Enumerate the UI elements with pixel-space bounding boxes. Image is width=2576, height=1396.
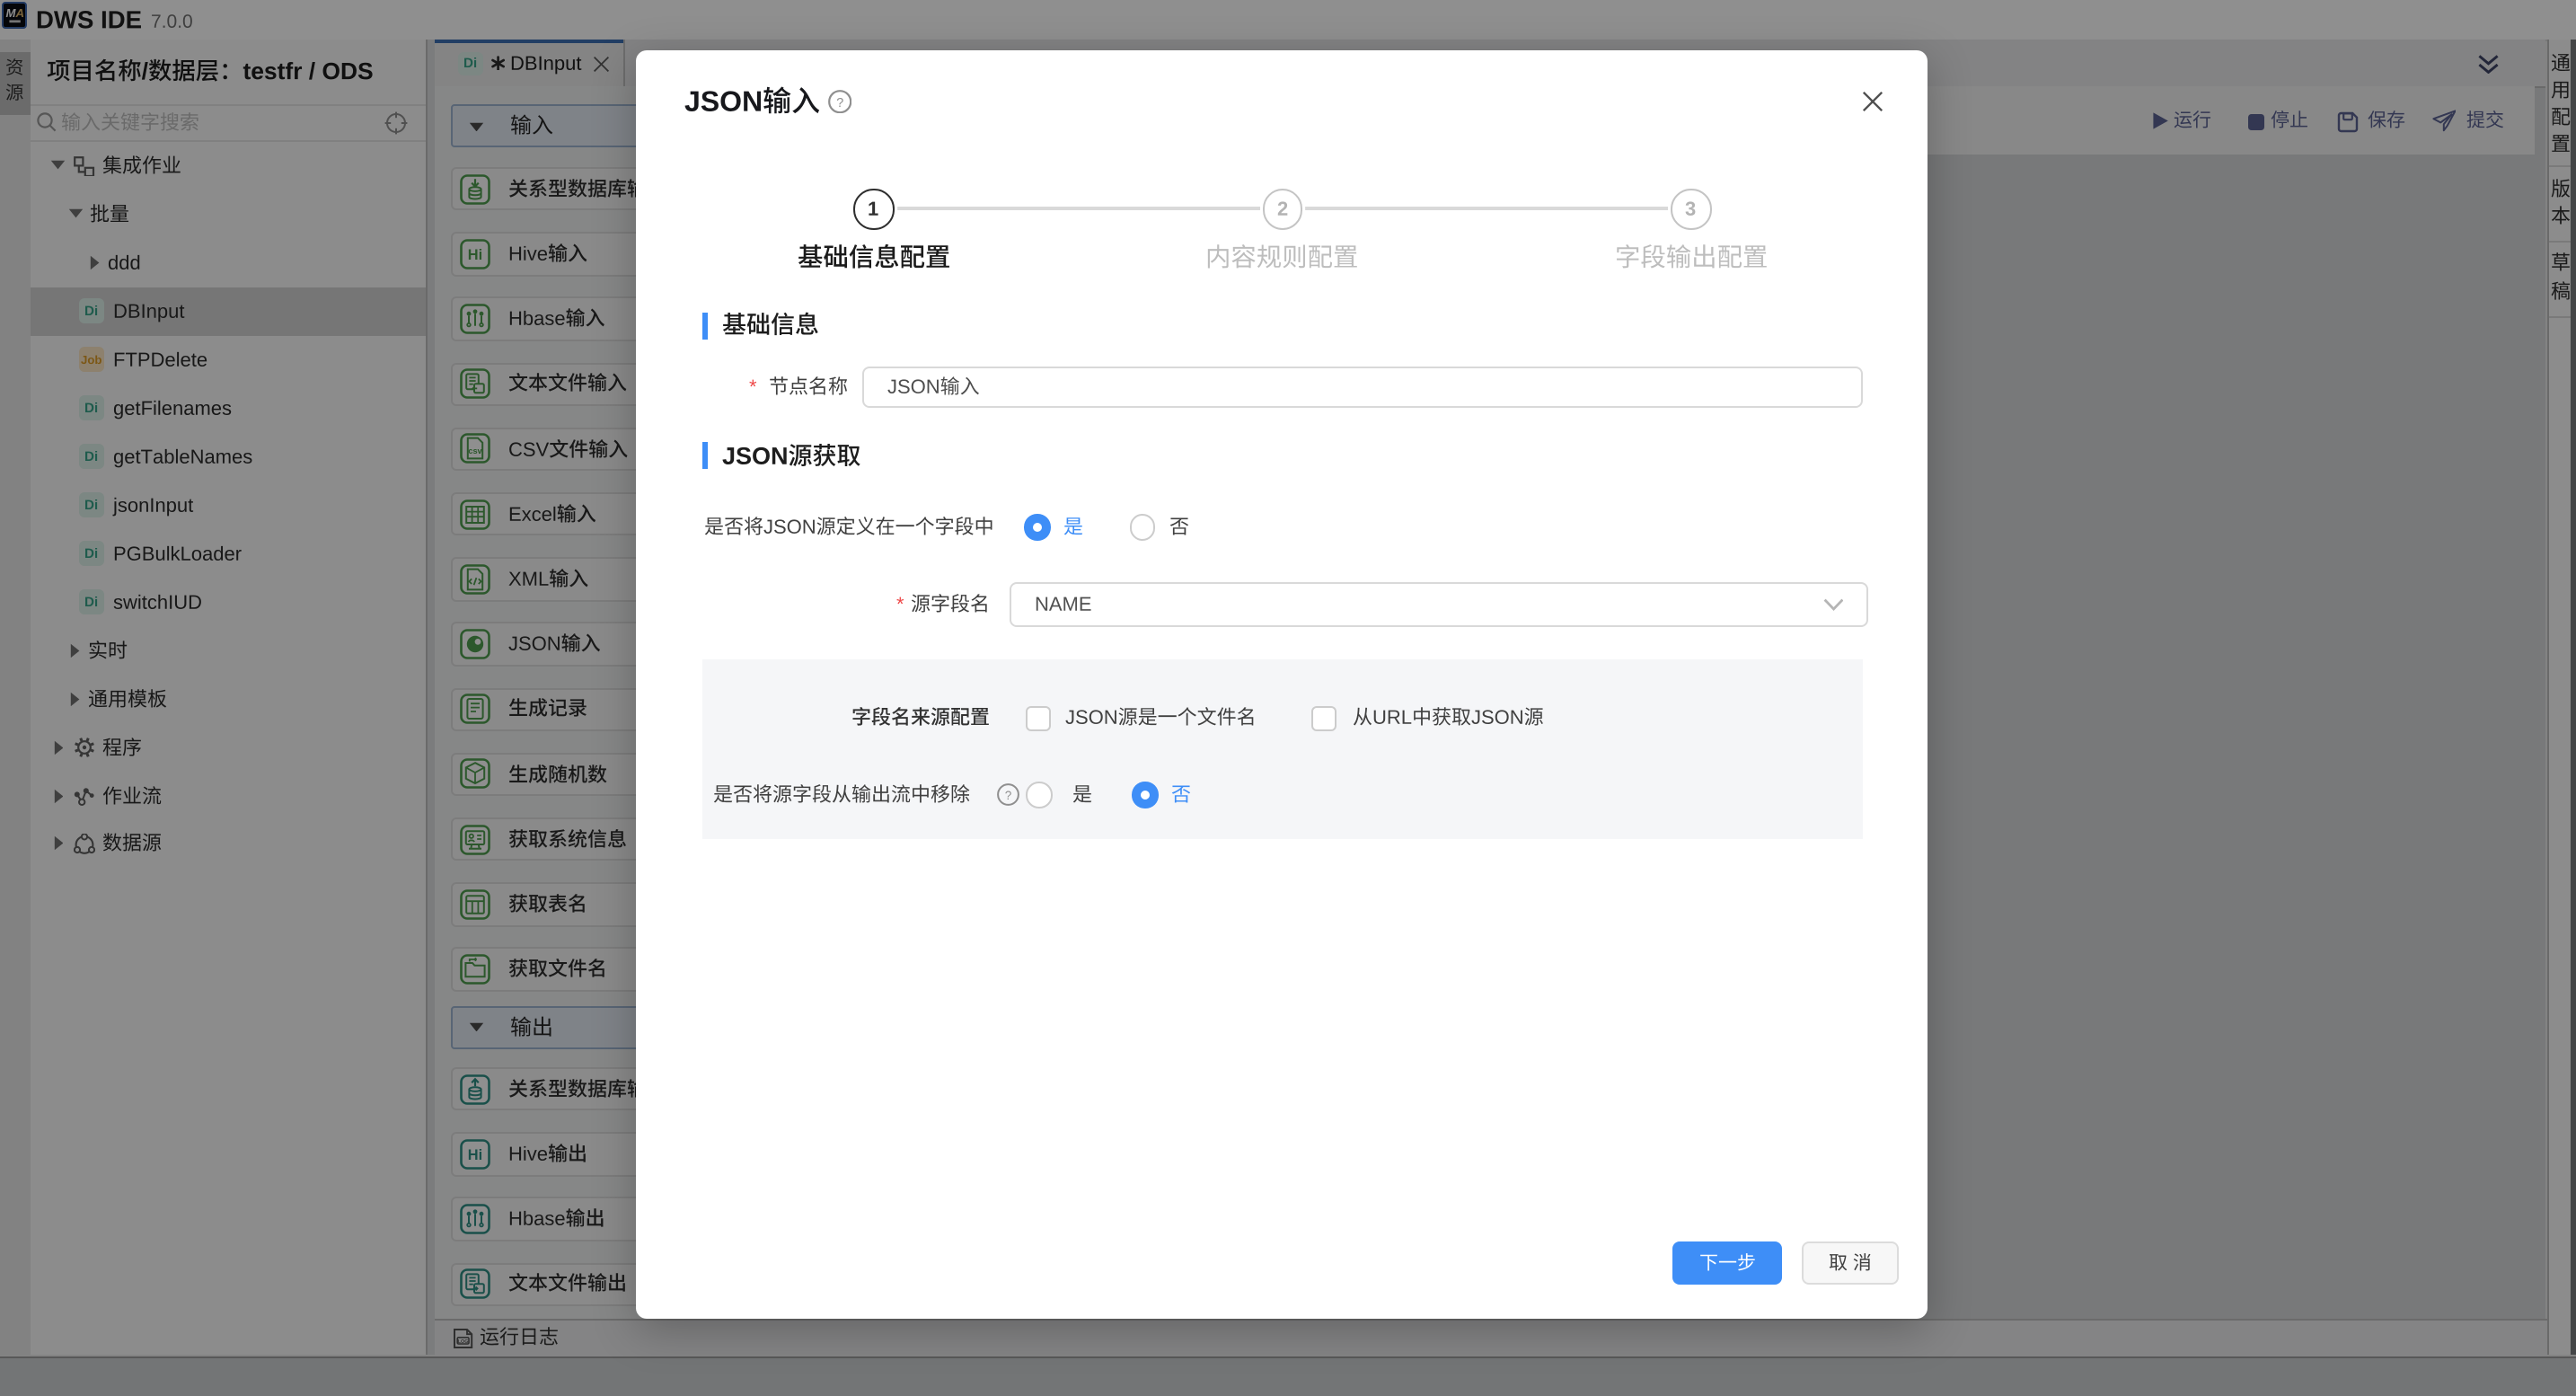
svg-text:?: ?	[836, 96, 843, 110]
svg-text:?: ?	[1005, 789, 1012, 802]
